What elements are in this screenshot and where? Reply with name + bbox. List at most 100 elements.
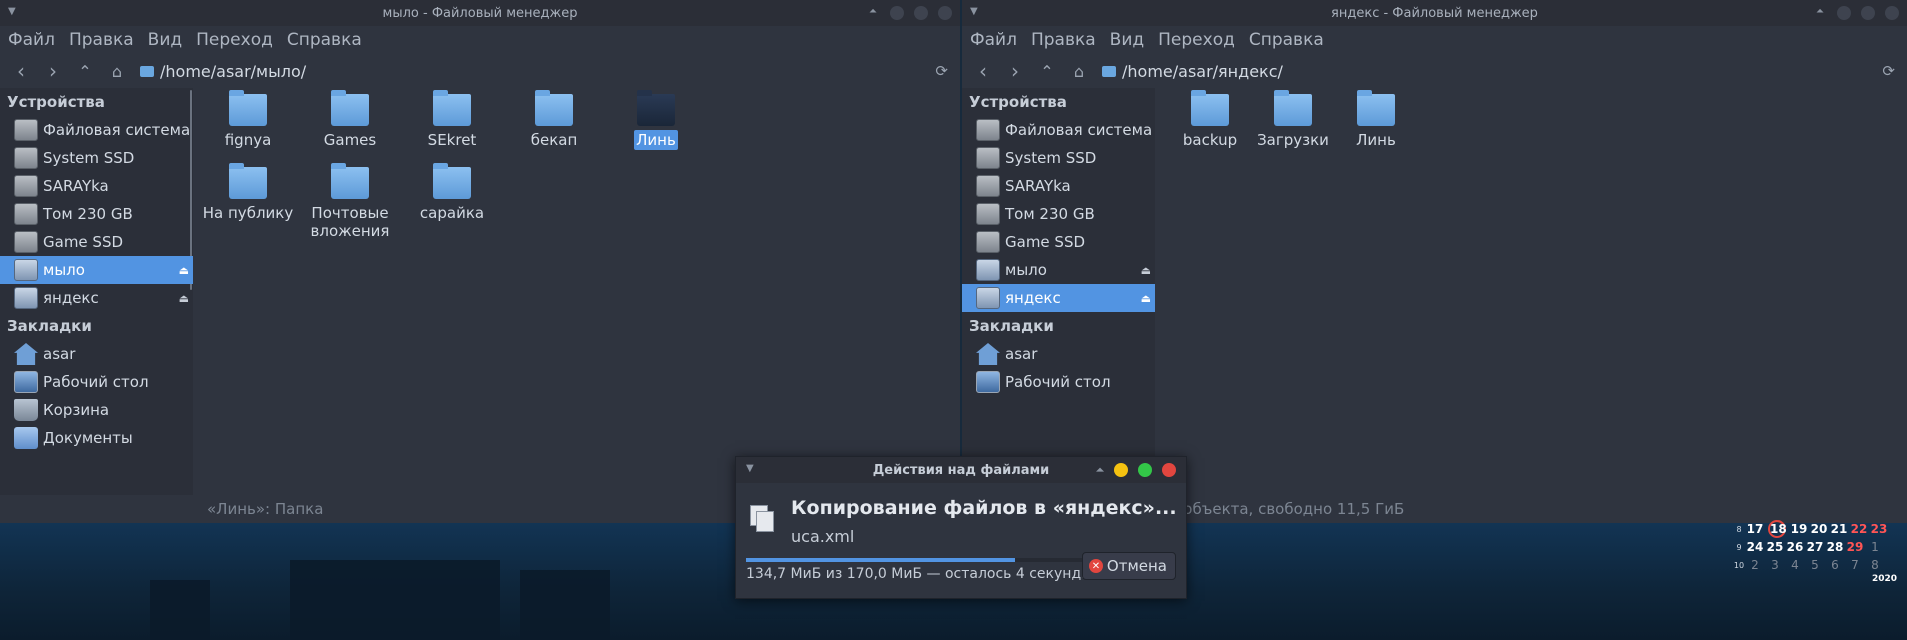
sidebar-item[interactable]: яндекс ⏏ — [962, 284, 1155, 312]
folder-item[interactable]: Линь — [606, 90, 706, 150]
menu-edit[interactable]: Правка — [69, 30, 134, 50]
folder-icon — [433, 90, 471, 126]
shade-icon[interactable]: ⏶ — [1096, 465, 1104, 476]
menu-view[interactable]: Вид — [148, 30, 182, 50]
shade-icon[interactable]: ⏶ — [1813, 6, 1827, 20]
minimize-button[interactable] — [1114, 463, 1128, 477]
folder-item[interactable]: сарайка — [402, 163, 502, 223]
file-view[interactable]: fignya Games SEkret бекап Линь На публику Почт… — [193, 88, 960, 495]
menu-go[interactable]: Переход — [1158, 30, 1235, 50]
folder-name: Games — [323, 131, 377, 149]
menu-file[interactable]: Файл — [8, 30, 55, 50]
close-button[interactable] — [1885, 6, 1899, 20]
progress-text: 134,7 МиБ из 170,0 МиБ — осталось 4 секу… — [746, 566, 1088, 582]
back-icon[interactable]: ‹ — [8, 59, 34, 83]
menu-bar: Файл Правка Вид Переход Справка — [962, 26, 1907, 54]
window-menu-icon[interactable]: ▼ — [970, 6, 978, 17]
devices-section-title: Устройства — [7, 93, 105, 111]
up-icon[interactable]: ⌃ — [72, 62, 98, 81]
folder-item[interactable]: На публику — [198, 163, 298, 223]
menu-help[interactable]: Справка — [287, 30, 362, 50]
sidebar-item[interactable]: Рабочий стол — [0, 368, 193, 396]
eject-icon[interactable]: ⏏ — [179, 264, 189, 277]
window-menu-icon[interactable]: ▼ — [746, 463, 754, 474]
close-button[interactable] — [1162, 463, 1176, 477]
sidebar-item[interactable]: мыло ⏏ — [962, 256, 1155, 284]
sidebar-item[interactable]: asar — [962, 340, 1155, 368]
maximize-button[interactable] — [914, 6, 928, 20]
calendar-week-row: 9 24 25 26 27 28 29 1 — [1733, 538, 1903, 556]
window-titlebar[interactable]: ▼ яндекс - Файловый менеджер ⏶ — [962, 0, 1907, 26]
cancel-button[interactable]: ✕ Отмена — [1081, 552, 1176, 580]
folder-item[interactable]: бекап — [504, 90, 604, 150]
sidebar-item[interactable]: Game SSD — [0, 228, 193, 256]
maximize-button[interactable] — [1138, 463, 1152, 477]
reload-icon[interactable]: ⟳ — [1882, 62, 1895, 80]
sidebar-item[interactable]: яндекс ⏏ — [0, 284, 193, 312]
menu-view[interactable]: Вид — [1110, 30, 1144, 50]
folder-item[interactable]: SEkret — [402, 90, 502, 150]
reload-icon[interactable]: ⟳ — [935, 62, 948, 80]
menu-bar: Файл Правка Вид Переход Справка — [0, 26, 960, 54]
menu-go[interactable]: Переход — [196, 30, 273, 50]
window-menu-icon[interactable]: ▼ — [8, 6, 16, 17]
maximize-button[interactable] — [1861, 6, 1875, 20]
sidebar-item[interactable]: System SSD — [0, 144, 193, 172]
sidebar-item[interactable]: Файловая система — [0, 116, 193, 144]
sidebar-item[interactable]: Том 230 GB — [962, 200, 1155, 228]
shade-icon[interactable]: ⏶ — [866, 6, 880, 20]
menu-file[interactable]: Файл — [970, 30, 1017, 50]
sidebar-item-label: мыло — [1005, 261, 1047, 279]
sidebar-item-label: System SSD — [1005, 149, 1097, 167]
calendar-day: 24 — [1746, 540, 1764, 554]
minimize-button[interactable] — [1837, 6, 1851, 20]
window-titlebar[interactable]: ▼ мыло - Файловый менеджер ⏶ — [0, 0, 960, 26]
close-button[interactable] — [938, 6, 952, 20]
sidebar-item[interactable]: Документы — [0, 424, 193, 452]
minimize-button[interactable] — [890, 6, 904, 20]
folder-item[interactable]: Games — [300, 90, 400, 150]
sidebar-item[interactable]: System SSD — [962, 144, 1155, 172]
drive-icon — [14, 119, 38, 141]
forward-icon[interactable]: › — [40, 59, 66, 83]
back-icon[interactable]: ‹ — [970, 59, 996, 83]
home-icon[interactable]: ⌂ — [1066, 62, 1092, 81]
sidebar-item-label: Том 230 GB — [43, 205, 133, 223]
sidebar-item[interactable]: мыло ⏏ — [0, 256, 193, 284]
folder-icon — [1357, 90, 1395, 126]
calendar-week-number: 8 — [1736, 524, 1742, 534]
up-icon[interactable]: ⌃ — [1034, 62, 1060, 81]
menu-help[interactable]: Справка — [1249, 30, 1324, 50]
folder-name: SEkret — [427, 131, 477, 149]
menu-edit[interactable]: Правка — [1031, 30, 1096, 50]
sidebar-item[interactable]: SARAYka — [0, 172, 193, 200]
eject-icon[interactable]: ⏏ — [179, 292, 189, 305]
sidebar-item[interactable]: Том 230 GB — [0, 200, 193, 228]
folder-item[interactable]: Линь — [1326, 90, 1426, 150]
sidebar-item-label: Документы — [43, 429, 133, 447]
home-icon[interactable]: ⌂ — [104, 62, 130, 81]
folder-item[interactable]: fignya — [198, 90, 298, 150]
path-bar[interactable]: /home/asar/мыло/ ⟳ — [136, 58, 952, 84]
sidebar-item[interactable]: Корзина — [0, 396, 193, 424]
folder-item[interactable]: Почтовые вложения — [300, 163, 400, 241]
folder-icon — [637, 90, 675, 126]
sidebar-item[interactable]: Рабочий стол — [962, 368, 1155, 396]
path-bar[interactable]: /home/asar/яндекс/ ⟳ — [1098, 58, 1899, 84]
sidebar-item[interactable]: SARAYka — [962, 172, 1155, 200]
eject-icon[interactable]: ⏏ — [1141, 264, 1151, 277]
drive-icon — [14, 147, 38, 169]
forward-icon[interactable]: › — [1002, 59, 1028, 83]
sidebar-item-label: Game SSD — [43, 233, 124, 251]
sidebar-item[interactable]: Файловая система — [962, 116, 1155, 144]
drive-icon — [976, 147, 1000, 169]
sidebar-item[interactable]: Game SSD — [962, 228, 1155, 256]
folder-icon — [1102, 65, 1116, 77]
drive-icon — [976, 119, 1000, 141]
usb-drive-icon — [14, 259, 38, 281]
dialog-titlebar[interactable]: ▼ Действия над файлами ⏶ — [736, 457, 1186, 483]
sidebar-item[interactable]: asar — [0, 340, 193, 368]
file-view[interactable]: backup Загрузки Линь — [1155, 88, 1907, 495]
desktop-icon — [14, 371, 38, 393]
eject-icon[interactable]: ⏏ — [1141, 292, 1151, 305]
